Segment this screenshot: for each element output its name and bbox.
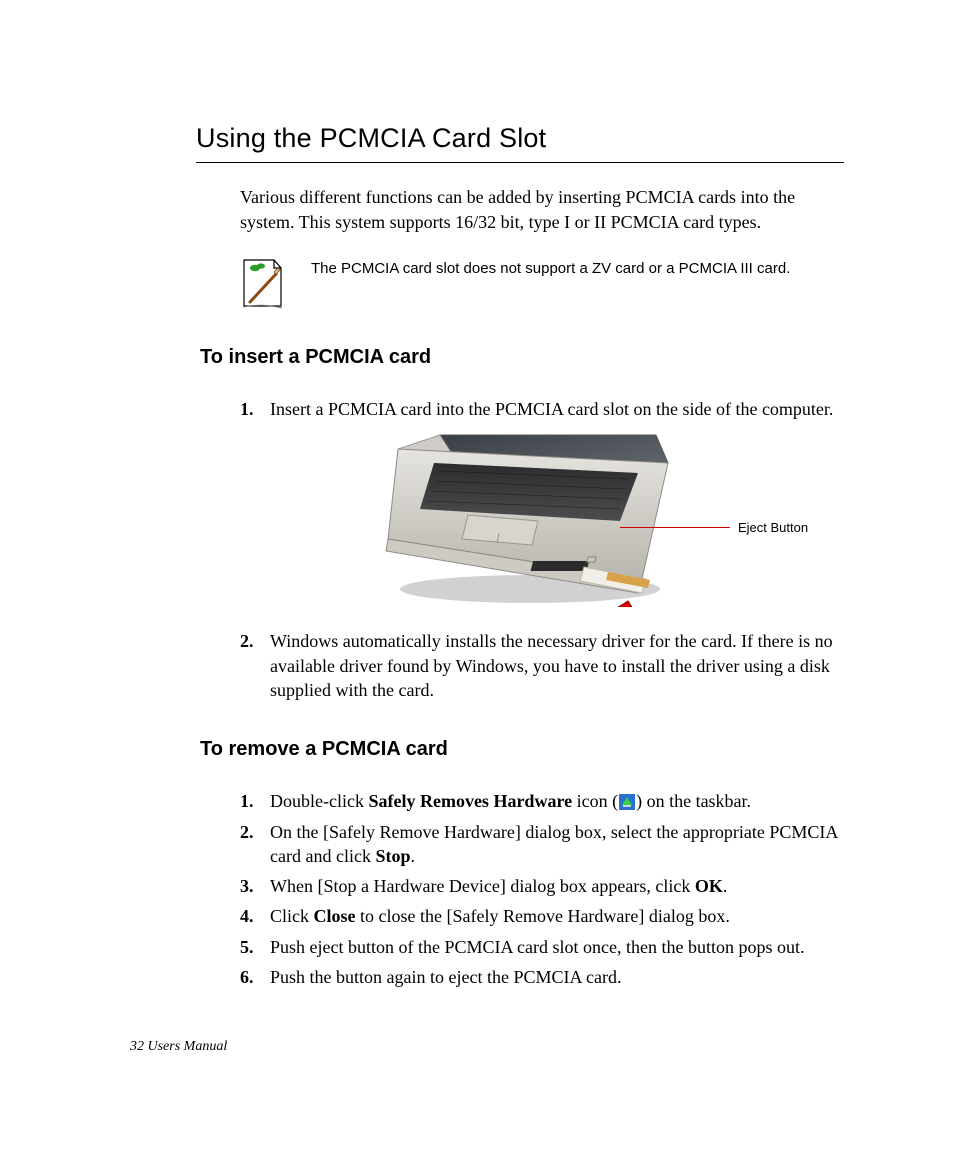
bold-term: Close bbox=[314, 906, 356, 926]
step-text: Push the button again to eject the PCMCI… bbox=[270, 967, 621, 987]
step-text-part: . bbox=[410, 846, 415, 866]
note-block: The PCMCIA card slot does not support a … bbox=[240, 256, 844, 314]
step-number: 6. bbox=[240, 965, 254, 989]
title-rule bbox=[196, 162, 844, 163]
remove-step-1: 1. Double-click Safely Removes Hardware … bbox=[240, 789, 844, 813]
callout-line bbox=[620, 527, 730, 528]
step-number: 2. bbox=[240, 629, 254, 653]
bold-term: Stop bbox=[375, 846, 410, 866]
step-text-part: Click bbox=[270, 906, 314, 926]
step-number: 5. bbox=[240, 935, 254, 959]
heading-remove: To remove a PCMCIA card bbox=[200, 736, 844, 763]
heading-insert: To insert a PCMCIA card bbox=[200, 344, 844, 371]
intro-paragraph: Various different functions can be added… bbox=[240, 185, 844, 234]
step-text-part: Double-click bbox=[270, 791, 368, 811]
insert-steps: 1. Insert a PCMCIA card into the PCMCIA … bbox=[240, 397, 844, 702]
step-number: 3. bbox=[240, 874, 254, 898]
note-text: The PCMCIA card slot does not support a … bbox=[311, 256, 790, 279]
insert-step-2: 2. Windows automatically installs the ne… bbox=[240, 629, 844, 702]
step-text-part: . bbox=[723, 876, 728, 896]
remove-step-2: 2. On the [Safely Remove Hardware] dialo… bbox=[240, 820, 844, 869]
step-text: Windows automatically installs the neces… bbox=[270, 631, 833, 700]
bold-term: Safely Removes Hardware bbox=[368, 791, 572, 811]
insert-step-1: 1. Insert a PCMCIA card into the PCMCIA … bbox=[240, 397, 844, 615]
manual-page: Using the PCMCIA Card Slot Various diffe… bbox=[0, 0, 954, 1157]
step-number: 2. bbox=[240, 820, 254, 844]
step-text-part: icon ( bbox=[572, 791, 618, 811]
figure-insert: Eject Button bbox=[240, 429, 814, 615]
step-text-part: to close the [Safely Remove Hardware] di… bbox=[356, 906, 730, 926]
step-text-part: On the [Safely Remove Hardware] dialog b… bbox=[270, 822, 837, 866]
bold-term: OK bbox=[695, 876, 723, 896]
step-number: 1. bbox=[240, 397, 254, 421]
step-text-part: ) on the taskbar. bbox=[636, 791, 751, 811]
remove-step-4: 4. Click Close to close the [Safely Remo… bbox=[240, 904, 844, 928]
callout-label: Eject Button bbox=[738, 519, 808, 537]
step-text: Insert a PCMCIA card into the PCMCIA car… bbox=[270, 399, 833, 419]
taskbar-hardware-icon bbox=[619, 792, 635, 808]
step-number: 1. bbox=[240, 789, 254, 813]
step-number: 4. bbox=[240, 904, 254, 928]
page-title: Using the PCMCIA Card Slot bbox=[196, 120, 844, 156]
step-text-part: When [Stop a Hardware Device] dialog box… bbox=[270, 876, 695, 896]
step-text: Push eject button of the PCMCIA card slo… bbox=[270, 937, 804, 957]
remove-step-3: 3. When [Stop a Hardware Device] dialog … bbox=[240, 874, 844, 898]
laptop-photo bbox=[370, 429, 680, 607]
remove-step-6: 6. Push the button again to eject the PC… bbox=[240, 965, 844, 989]
note-icon bbox=[240, 256, 285, 314]
remove-step-5: 5. Push eject button of the PCMCIA card … bbox=[240, 935, 844, 959]
page-footer: 32 Users Manual bbox=[130, 1038, 227, 1057]
remove-steps: 1. Double-click Safely Removes Hardware … bbox=[240, 789, 844, 989]
